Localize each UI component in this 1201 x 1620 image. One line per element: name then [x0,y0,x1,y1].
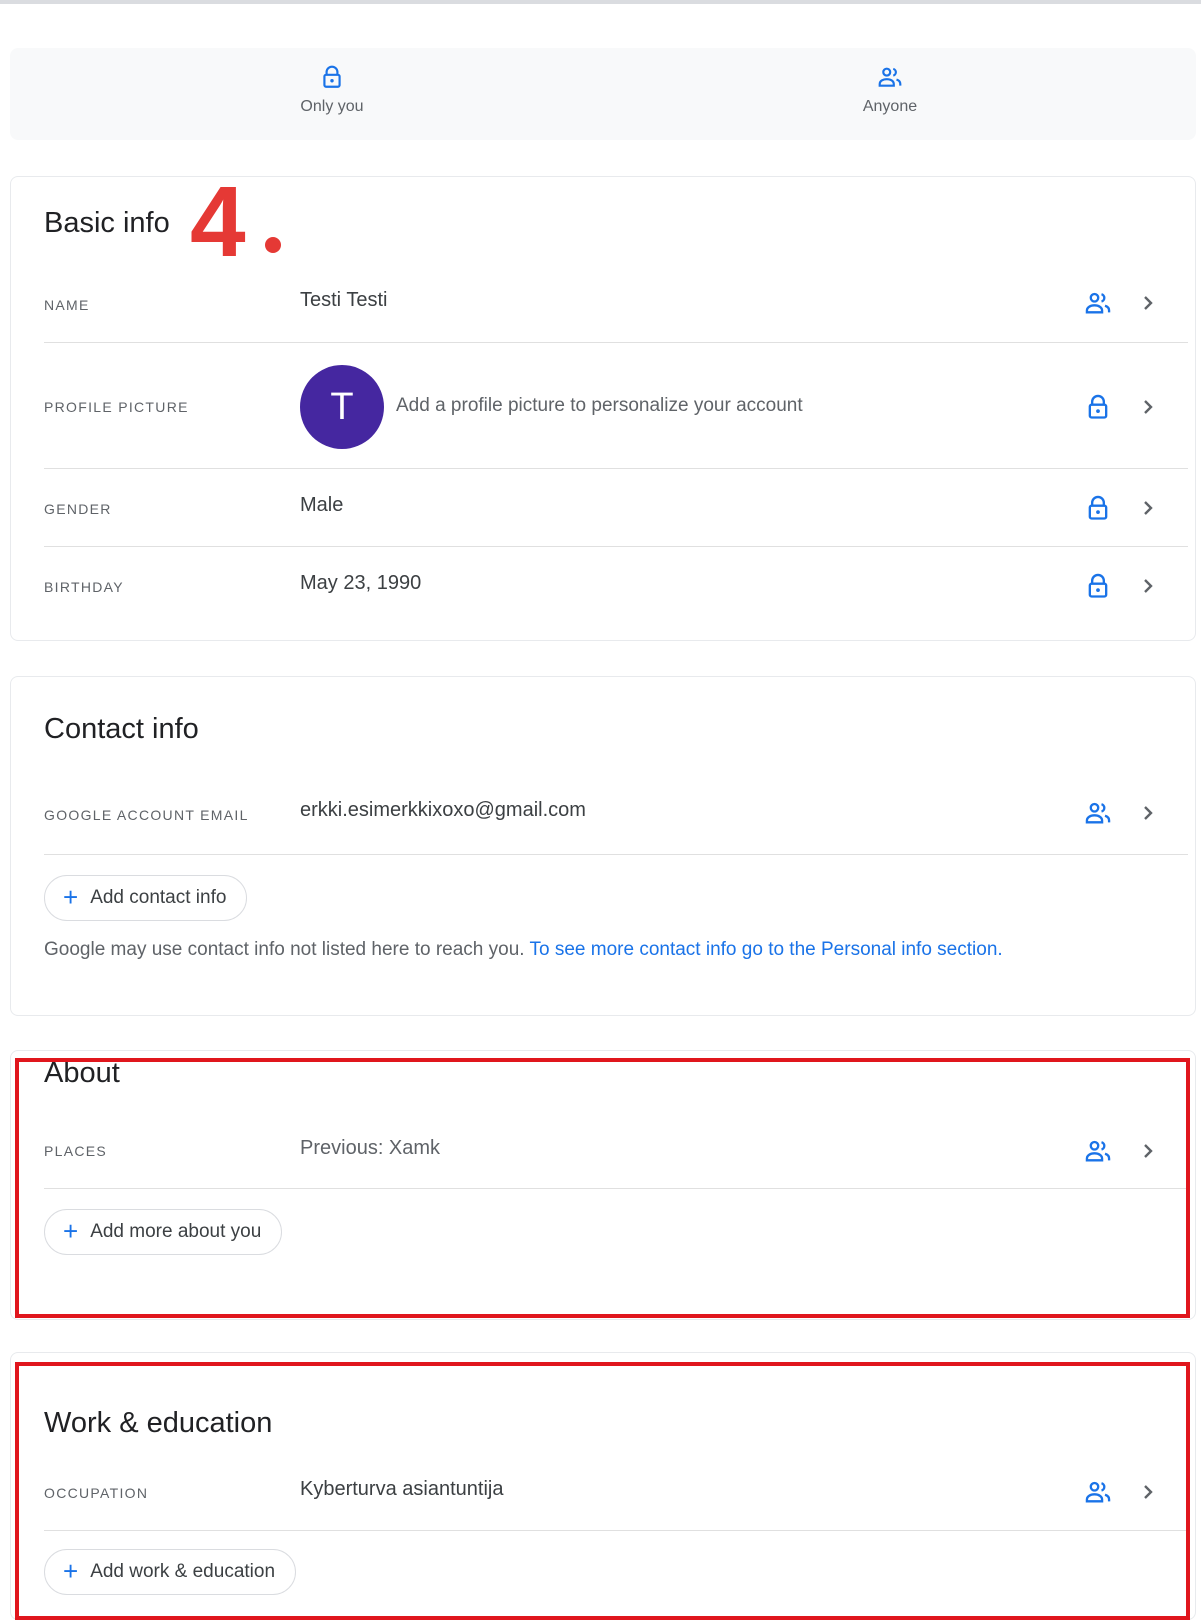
plus-icon: + [63,881,79,912]
contact-info-title: Contact info [44,713,199,745]
people-icon [1084,1478,1112,1506]
about-card: About PLACES Previous: Xamk + Add more a… [10,1050,1196,1320]
row-label: OCCUPATION [44,1485,149,1501]
people-icon [1084,289,1112,317]
about-title: About [44,1057,120,1089]
plus-icon: + [63,1555,79,1586]
lock-icon [319,64,345,90]
row-label: PLACES [44,1143,108,1159]
lock-icon [1084,572,1112,600]
row-label: NAME [44,297,90,313]
chevron-right-icon[interactable] [1138,494,1158,522]
step-annotation: 4 [190,166,246,278]
profile-picture-hint: Add a profile picture to personalize you… [396,395,803,416]
chevron-right-icon[interactable] [1138,799,1158,827]
occupation-value: Kyberturva asiantuntija [300,1478,504,1500]
legend-only-you: Only you [272,64,392,116]
add-work-education-button[interactable]: + Add work & education [44,1549,297,1595]
chevron-right-icon[interactable] [1138,1478,1158,1506]
gender-value: Male [300,494,344,516]
gender-row[interactable]: GENDER Male [44,469,1188,547]
basic-info-card: Basic info NAME Testi Testi PROFILE PICT… [10,176,1196,641]
legend-anyone-label: Anyone [862,98,918,115]
people-icon [1084,1137,1112,1165]
lock-icon [1084,494,1112,522]
row-label: GENDER [44,501,112,517]
chevron-right-icon[interactable] [1138,289,1158,317]
add-more-about-you-button[interactable]: + Add more about you [44,1209,283,1255]
chevron-right-icon[interactable] [1138,572,1158,600]
profile-picture-row[interactable]: PROFILE PICTURE T Add a profile picture … [44,343,1188,469]
add-more-about-you-label: Add more about you [90,1221,262,1242]
email-value: erkki.esimerkkixoxo@gmail.com [300,799,586,821]
row-label: GOOGLE ACCOUNT EMAIL [44,807,249,823]
add-contact-info-label: Add contact info [90,887,227,908]
legend-only-you-label: Only you [300,98,364,115]
name-row[interactable]: NAME Testi Testi [44,267,1188,343]
contact-info-note-text: Google may use contact info not listed h… [44,939,525,960]
birthday-value: May 23, 1990 [300,572,422,594]
places-row[interactable]: PLACES Previous: Xamk [44,1111,1188,1189]
top-divider [0,0,1201,4]
birthday-row[interactable]: BIRTHDAY May 23, 1990 [44,547,1188,625]
basic-info-title: Basic info [44,207,170,239]
plus-icon: + [63,1215,79,1246]
contact-info-note: Google may use contact info not listed h… [44,939,1003,961]
people-icon [877,64,903,90]
contact-info-card: Contact info GOOGLE ACCOUNT EMAIL erkki.… [10,676,1196,1016]
avatar[interactable]: T [300,365,384,449]
step-annotation-dot [265,237,281,253]
chevron-right-icon[interactable] [1138,393,1158,421]
people-icon [1084,799,1112,827]
visibility-legend: Only you Anyone [10,48,1196,140]
email-row[interactable]: GOOGLE ACCOUNT EMAIL erkki.esimerkkixoxo… [44,767,1188,855]
row-label: PROFILE PICTURE [44,399,189,415]
add-work-education-label: Add work & education [90,1561,276,1582]
work-education-card: Work & education OCCUPATION Kyberturva a… [10,1352,1196,1620]
row-label: BIRTHDAY [44,579,124,595]
occupation-row[interactable]: OCCUPATION Kyberturva asiantuntija [44,1453,1188,1531]
chevron-right-icon[interactable] [1138,1137,1158,1165]
personal-info-link[interactable]: To see more contact info go to the Perso… [530,939,1003,960]
legend-anyone: Anyone [830,64,950,116]
places-value: Previous: Xamk [300,1137,441,1159]
add-contact-info-button[interactable]: + Add contact info [44,875,248,921]
name-value: Testi Testi [300,289,388,311]
lock-icon [1084,393,1112,421]
work-education-title: Work & education [44,1407,273,1439]
